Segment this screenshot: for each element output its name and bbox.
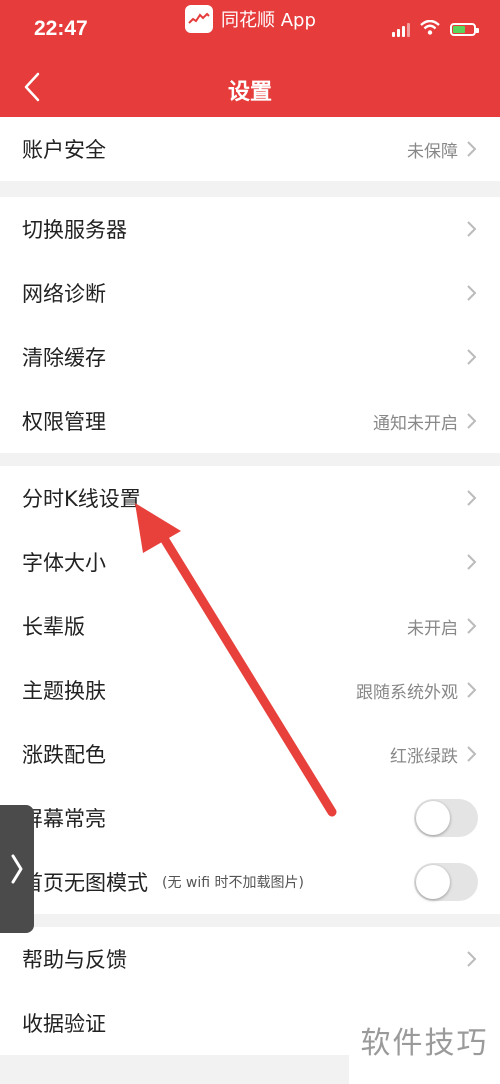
chevron-right-icon xyxy=(467,413,477,429)
chevron-right-icon xyxy=(467,554,477,570)
settings-row-permissions[interactable]: 权限管理 通知未开启 xyxy=(0,389,500,453)
row-note: (无 wifi 时不加载图片) xyxy=(162,875,304,891)
chevron-right-icon xyxy=(467,618,477,634)
settings-row-help-feedback[interactable]: 帮助与反馈 xyxy=(0,927,500,991)
keep-screen-on-toggle[interactable] xyxy=(414,799,478,837)
signal-icon xyxy=(392,22,410,37)
settings-row-no-image-mode: 首页无图模式 (无 wifi 时不加载图片) xyxy=(0,850,500,914)
row-label: 首页无图模式 xyxy=(22,871,148,895)
watermark-text: 软件技巧 xyxy=(349,995,500,1084)
row-label: 屏幕常亮 xyxy=(22,807,106,831)
chevron-right-icon xyxy=(467,141,477,157)
settings-row-keep-screen-on: 屏幕常亮 xyxy=(0,786,500,850)
settings-group-display: 分时K线设置 字体大小 长辈版 未开启 主题换肤 跟随系统外观 涨跌配色 红涨绿… xyxy=(0,466,500,914)
row-label: 涨跌配色 xyxy=(22,743,106,767)
chevron-right-icon xyxy=(467,285,477,301)
chevron-right-icon xyxy=(467,221,477,237)
row-label: 分时K线设置 xyxy=(22,487,141,511)
row-label: 主题换肤 xyxy=(22,679,106,703)
row-label: 帮助与反馈 xyxy=(22,948,127,972)
battery-icon xyxy=(450,23,479,36)
status-icons xyxy=(392,19,479,39)
settings-group-account: 账户安全 未保障 xyxy=(0,117,500,181)
row-label: 权限管理 xyxy=(22,410,106,434)
row-label: 网络诊断 xyxy=(22,282,106,306)
chevron-right-icon xyxy=(467,349,477,365)
settings-row-account-security[interactable]: 账户安全 未保障 xyxy=(0,117,500,181)
toggle-knob xyxy=(416,865,450,899)
row-value: 未保障 xyxy=(407,141,458,162)
chevron-right-icon xyxy=(11,854,23,884)
chevron-right-icon xyxy=(467,490,477,506)
row-label: 账户安全 xyxy=(22,138,106,162)
settings-row-network-diagnosis[interactable]: 网络诊断 xyxy=(0,261,500,325)
row-label: 清除缓存 xyxy=(22,346,106,370)
chevron-right-icon xyxy=(467,682,477,698)
status-time: 22:47 xyxy=(34,17,88,40)
chevron-right-icon xyxy=(467,951,477,967)
settings-row-clear-cache[interactable]: 清除缓存 xyxy=(0,325,500,389)
row-label: 收据验证 xyxy=(22,1012,106,1036)
toggle-knob xyxy=(416,801,450,835)
settings-row-switch-server[interactable]: 切换服务器 xyxy=(0,197,500,261)
row-value: 红涨绿跌 xyxy=(390,746,458,767)
app-header: 22:47 同花顺 App 设置 xyxy=(0,0,500,117)
battery-level xyxy=(453,26,465,33)
app-badge: 同花顺 App xyxy=(185,5,316,33)
settings-row-kline-settings[interactable]: 分时K线设置 xyxy=(0,466,500,530)
settings-row-theme[interactable]: 主题换肤 跟随系统外观 xyxy=(0,658,500,722)
settings-row-font-size[interactable]: 字体大小 xyxy=(0,530,500,594)
row-label: 字体大小 xyxy=(22,551,106,575)
wifi-icon xyxy=(420,19,440,39)
row-value: 未开启 xyxy=(407,618,458,639)
side-expand-tab[interactable] xyxy=(0,805,34,933)
row-value: 通知未开启 xyxy=(373,413,458,434)
page-title: 设置 xyxy=(227,80,272,105)
app-logo-icon xyxy=(185,5,213,33)
settings-row-elder-mode[interactable]: 长辈版 未开启 xyxy=(0,594,500,658)
row-label: 长辈版 xyxy=(22,615,85,639)
settings-group-network: 切换服务器 网络诊断 清除缓存 权限管理 通知未开启 xyxy=(0,197,500,453)
no-image-mode-toggle[interactable] xyxy=(414,863,478,901)
settings-row-color-scheme[interactable]: 涨跌配色 红涨绿跌 xyxy=(0,722,500,786)
row-value: 跟随系统外观 xyxy=(356,682,458,703)
row-label: 切换服务器 xyxy=(22,218,127,242)
app-name: 同花顺 App xyxy=(221,10,316,31)
chevron-right-icon xyxy=(467,746,477,762)
